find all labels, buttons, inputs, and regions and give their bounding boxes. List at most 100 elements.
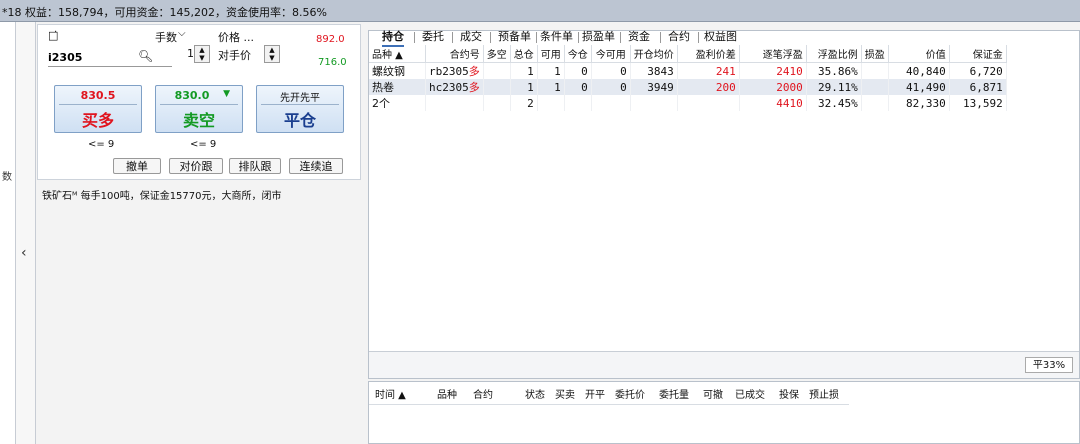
col-header[interactable]: 状态: [525, 386, 545, 401]
cell-float-pnl: 2000: [739, 79, 807, 95]
cell-stop: [861, 62, 889, 79]
qty-mode-icon[interactable]: ⌵: [178, 28, 186, 39]
search-icon[interactable]: 🔍︎: [138, 49, 153, 63]
cell-today: 0: [564, 79, 592, 95]
upper-limit-price: 892.0: [316, 34, 345, 45]
tab-stop-orders[interactable]: 损盈单: [582, 30, 615, 45]
cell-avail: 1: [537, 62, 565, 79]
col-header[interactable]: 可撤: [703, 386, 723, 401]
continuous-chase-button[interactable]: 连续追: [289, 158, 343, 174]
tab-funds[interactable]: 资金: [628, 30, 650, 45]
col-header[interactable]: 已成交: [735, 386, 765, 401]
cancel-order-button[interactable]: 撤单: [113, 158, 161, 174]
positions-footer-bar: 平33%: [369, 351, 1079, 378]
buy-long-button[interactable]: 830.5 买多: [54, 85, 142, 133]
col-header[interactable]: 时间 ▲: [375, 386, 406, 401]
tab-prepared-orders[interactable]: 预备单: [498, 30, 531, 45]
col-header[interactable]: 开仓均价: [630, 45, 678, 63]
positions-table: 品种 ▲ 合约号 多空 总仓 可用 今仓 今可用 开仓均价 盈利价差 逐笔浮盈 …: [369, 45, 1007, 111]
sell-short-button[interactable]: 830.0 ▼ 卖空: [155, 85, 243, 133]
left-strip-fragment: 数: [2, 172, 12, 183]
buy-available: <= 9: [88, 139, 115, 150]
cell-float-pnl: 2410: [739, 62, 807, 79]
col-header[interactable]: 盈利价差: [677, 45, 740, 63]
lower-limit-price: 716.0: [318, 57, 347, 68]
price-label: 价格 ...: [218, 31, 254, 44]
col-header[interactable]: 总仓: [510, 45, 538, 63]
col-header[interactable]: 合约号: [425, 45, 484, 63]
tab-conditional-orders[interactable]: 条件单: [540, 30, 573, 45]
account-summary-text: *18 权益：158,794，可用资金：145,202，资金使用率：8.56%: [2, 6, 327, 19]
tab-positions[interactable]: 持仓: [382, 30, 404, 47]
cell-name: 热卷: [369, 79, 426, 95]
price-type-selector[interactable]: 对手价 ▲ ▼: [218, 45, 280, 63]
sell-available: <= 9: [190, 139, 217, 150]
close-ratio-button[interactable]: 平33%: [1025, 357, 1073, 373]
qty-spin-arrows[interactable]: ▲ ▼: [194, 45, 210, 63]
qty-stepper[interactable]: 1 ▲ ▼: [155, 45, 210, 63]
cell-today: 0: [564, 62, 592, 79]
left-side-strip: 数: [0, 22, 16, 444]
window-icon[interactable]: □̇: [48, 29, 58, 42]
col-header[interactable]: 委托量: [659, 386, 689, 401]
col-header[interactable]: 买卖: [555, 386, 575, 401]
col-header[interactable]: 损盈: [861, 45, 889, 63]
col-header[interactable]: 可用: [537, 45, 565, 63]
price-spin-arrows[interactable]: ▲ ▼: [264, 45, 280, 63]
cell-total: 1: [510, 79, 538, 95]
cell-today-avail: 0: [591, 79, 631, 95]
cell-side: 多: [468, 81, 480, 94]
panel-collapse-bar[interactable]: ‹: [16, 22, 36, 444]
positions-panel: 品种 ▲ 合约号 多空 总仓 可用 今仓 今可用 开仓均价 盈利价差 逐笔浮盈 …: [368, 30, 1080, 379]
col-header[interactable]: 合约: [473, 386, 493, 401]
col-header[interactable]: 价值: [888, 45, 950, 63]
summary-margin: 13,592: [949, 95, 1007, 111]
cell-margin: 6,720: [949, 62, 1007, 79]
chevron-left-icon[interactable]: ‹: [21, 245, 27, 261]
order-entry-panel: □̇ 🔍︎ 手数 ⌵ 1 ▲▼ 价格 ... 对手价 ▲▼ 892.0 716.…: [37, 24, 361, 180]
cell-ratio: 35.86%: [806, 62, 862, 79]
opponent-price-follow-button[interactable]: 对价跟: [169, 158, 223, 174]
close-mode: 先开先平: [280, 93, 320, 104]
col-header[interactable]: 多空: [483, 45, 511, 63]
summary-float-pnl: 4410: [739, 95, 807, 111]
position-row[interactable]: 热卷 hc2305多 1 1 0 0 3949 200 2000 29.11% …: [369, 79, 1007, 95]
qty-label: 手数: [155, 31, 177, 44]
tab-trades[interactable]: 成交: [460, 30, 482, 45]
cell-contract: hc2305: [429, 81, 469, 94]
positions-header-row: 品种 ▲ 合约号 多空 总仓 可用 今仓 今可用 开仓均价 盈利价差 逐笔浮盈 …: [369, 45, 1007, 63]
col-header[interactable]: 逐笔浮盈: [739, 45, 807, 63]
col-header[interactable]: 今仓: [564, 45, 592, 63]
col-header[interactable]: 开平: [585, 386, 605, 401]
symbol-input[interactable]: [48, 48, 172, 67]
down-arrow-icon: ▼: [223, 89, 230, 99]
cell-name: 螺纹钢: [369, 62, 426, 79]
col-header[interactable]: 保证金: [949, 45, 1007, 63]
order-list-panel: 时间 ▲ 品种 合约 状态 买卖 开平 委托价 委托量 可撤 已成交 投保 预止…: [368, 381, 1080, 444]
col-header[interactable]: 今可用: [591, 45, 631, 63]
close-position-button[interactable]: 先开先平 平仓: [256, 85, 344, 133]
cell-value: 41,490: [888, 79, 950, 95]
col-header[interactable]: 品种: [437, 386, 457, 401]
close-position-label: 平仓: [283, 111, 316, 130]
summary-total: 2: [510, 95, 538, 111]
col-header[interactable]: 预止损: [809, 386, 839, 401]
tab-contracts[interactable]: 合约: [668, 30, 690, 45]
cell-open-avg: 3843: [630, 62, 678, 79]
col-header[interactable]: 委托价: [615, 386, 645, 401]
positions-summary-row: 2个 2 4410 32.45% 82,330 13,592: [369, 95, 1007, 111]
col-header[interactable]: 投保: [779, 386, 799, 401]
col-header[interactable]: 浮盈比例: [806, 45, 862, 63]
tab-equity-chart[interactable]: 权益图: [704, 30, 737, 45]
cell-side: 多: [468, 65, 480, 78]
col-header[interactable]: 品种 ▲: [369, 45, 426, 63]
position-row[interactable]: 螺纹钢 rb2305多 1 1 0 0 3843 241 2410 35.86%…: [369, 62, 1007, 79]
cell-spread: 241: [677, 62, 740, 79]
cell-open-avg: 3949: [630, 79, 678, 95]
cell-avail: 1: [537, 79, 565, 95]
queue-follow-button[interactable]: 排队跟: [229, 158, 281, 174]
contract-info: 铁矿石ᴹ 每手100吨，保证金15770元，大商所，闭市: [42, 191, 282, 202]
cell-value: 40,840: [888, 62, 950, 79]
tab-orders[interactable]: 委托: [422, 30, 444, 45]
cell-spread: 200: [677, 79, 740, 95]
